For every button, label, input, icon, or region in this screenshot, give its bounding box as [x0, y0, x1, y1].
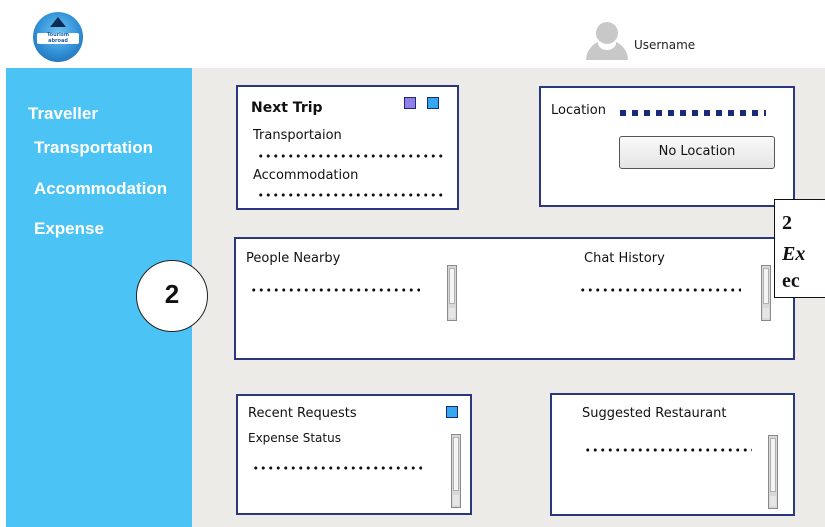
annotation-note-line-2: Ex [782, 243, 806, 265]
sidebar-item-expense[interactable]: Expense [34, 219, 104, 239]
logo-text: Tourism abroad [37, 32, 79, 44]
recent-requests-title: Recent Requests [248, 406, 357, 421]
airplane-icon [50, 17, 66, 27]
username-label[interactable]: Username [634, 38, 695, 52]
annotation-note: 2 Ex ec [774, 199, 825, 298]
expense-status-placeholder-dots [252, 466, 422, 470]
location-card: Location No Location [539, 86, 795, 207]
recent-requests-card: Recent Requests Expense Status [236, 394, 472, 515]
sidebar-item-transportation[interactable]: Transportation [34, 138, 153, 158]
annotation-note-line-1: 2 [782, 212, 792, 234]
people-nearby-label: People Nearby [246, 251, 341, 266]
top-bar: Tourism abroad Username [0, 0, 825, 68]
next-trip-title: Next Trip [251, 100, 323, 116]
annotation-marker-number: 2 [164, 279, 180, 309]
chat-history-placeholder-dots [579, 288, 741, 292]
chat-history-scrollbar[interactable] [761, 265, 771, 321]
suggested-restaurant-card: Suggested Restaurant [550, 393, 795, 516]
location-label: Location [551, 103, 606, 118]
restaurant-scrollbar[interactable] [768, 435, 778, 509]
annotation-marker: 2 [136, 260, 208, 332]
people-chat-card: People Nearby Chat History [234, 237, 795, 360]
people-nearby-placeholder-dots [250, 288, 420, 292]
sidebar-item-accommodation[interactable]: Accommodation [34, 179, 167, 199]
restaurant-placeholder-dots [584, 448, 752, 452]
user-avatar-icon[interactable] [586, 22, 628, 60]
recent-requests-scrollbar[interactable] [451, 434, 461, 508]
square-icon-blue[interactable] [427, 97, 439, 109]
next-trip-card[interactable]: Next Trip Transportaion Accommodation [236, 85, 459, 210]
suggested-restaurant-title: Suggested Restaurant [582, 406, 727, 421]
annotation-note-line-3: ec [782, 270, 800, 292]
transport-placeholder-dots [257, 154, 443, 158]
location-placeholder-dots [620, 110, 766, 116]
accommodation-placeholder-dots [257, 193, 443, 197]
app-logo[interactable]: Tourism abroad [33, 12, 83, 62]
transport-label: Transportaion [253, 128, 342, 143]
sidebar-item-traveller[interactable]: Traveller [28, 104, 98, 124]
people-nearby-scrollbar[interactable] [447, 265, 457, 321]
accommodation-label: Accommodation [253, 168, 359, 183]
square-icon-purple[interactable] [404, 97, 416, 109]
square-icon-blue[interactable] [446, 406, 458, 418]
chat-history-label: Chat History [584, 251, 665, 266]
expense-status-label: Expense Status [248, 431, 341, 445]
no-location-button[interactable]: No Location [619, 136, 775, 169]
